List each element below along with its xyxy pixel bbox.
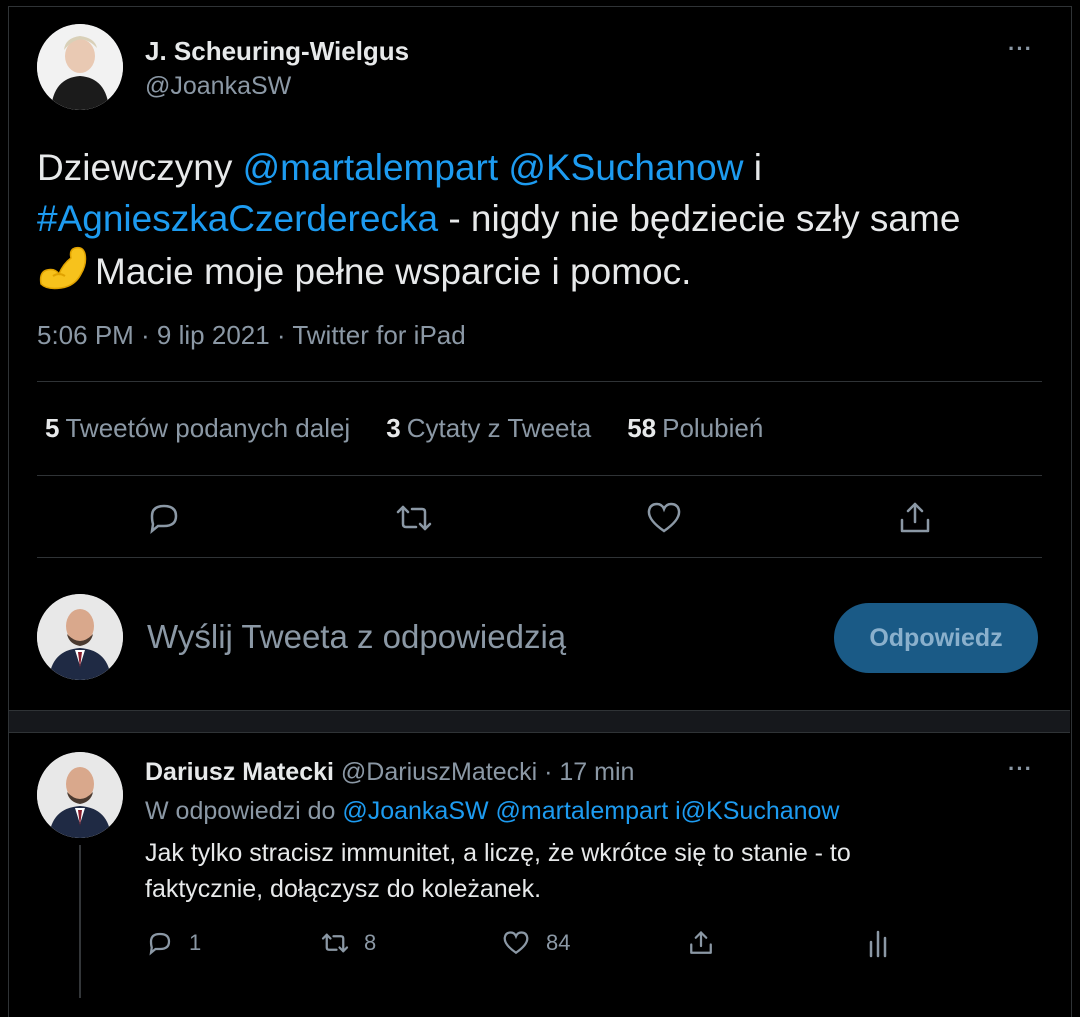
replying-to: W odpowiedzi do @JoankaSW @martalempart … [145,797,839,826]
stat-count: 5 [45,413,60,443]
retweet-count: 8 [364,930,377,955]
reply-retweet-action[interactable]: 8 [320,928,376,958]
share-icon[interactable] [895,498,935,538]
mention-link[interactable]: @martalempart [243,147,499,188]
thread-line [79,845,81,998]
reply-like-action[interactable]: 84 [500,928,570,958]
like-count: 84 [546,930,571,955]
reply-input[interactable]: Wyślij Tweeta z odpowiedzią [147,618,566,656]
stat-count: 3 [386,413,401,443]
stat-retweets[interactable]: 5 Tweetów podanych dalej [45,413,350,444]
replying-to-prefix: W odpowiedzi do [145,797,343,825]
stat-count: 58 [627,413,657,443]
reply-text: Jak tylko stracisz immunitet, a liczę, ż… [145,839,851,903]
tweet-text-segment: i [743,147,762,188]
reply-icon[interactable] [144,498,184,538]
like-icon [503,931,529,955]
my-avatar[interactable] [37,594,123,680]
author-avatar[interactable] [37,24,123,110]
retweet-icon[interactable] [394,498,434,538]
like-icon[interactable] [644,498,684,538]
divider [37,557,1042,558]
share-icon [690,931,712,954]
tweet-text-segment: Dziewczyny [37,147,243,188]
replying-to-mentions[interactable]: @JoankaSW @martalempart i@KSuchanow [342,797,839,825]
reply-author-handle[interactable]: @DariuszMatecki [341,758,537,786]
divider [37,381,1042,382]
reply-more-options-icon[interactable]: ··· [1008,756,1033,782]
retweet-icon [321,933,349,953]
stat-likes[interactable]: 58 Polubień [627,413,763,444]
stat-label: Tweetów podanych dalej [65,413,351,443]
tweet-text: Dziewczyny @martalempart @KSuchanow i #A… [37,142,1047,303]
tweet-text-segment: - nigdy nie będziecie szły same [438,198,961,239]
tweet-stats: 5 Tweetów podanych dalej 3 Cytaty z Tweeta… [45,413,799,444]
reply-header: Dariusz Matecki @DariuszMatecki · 17 min [145,758,634,787]
stat-quotes[interactable]: 3 Cytaty z Tweeta [386,413,591,444]
reply-button[interactable]: Odpowiedz [834,603,1038,673]
mention-link[interactable]: @KSuchanow [508,147,743,188]
reply-count: 1 [189,930,202,955]
tweet-timestamp[interactable]: 5:06 PM · 9 lip 2021 · Twitter for iPad [37,320,466,351]
tweet-text-segment: Macie moje pełne wsparcie i pomoc. [95,251,692,292]
stat-label: Polubień [662,413,764,443]
reply-author-name[interactable]: Dariusz Matecki [145,758,334,786]
reply-reply-action[interactable]: 1 [145,928,201,958]
reply-icon [149,932,171,956]
more-options-icon[interactable]: ··· [1008,36,1033,62]
hashtag-link[interactable]: #AgnieszkaCzerderecka [37,198,438,239]
reply-share-action[interactable] [686,928,716,958]
reply-analytics-action[interactable] [866,928,894,958]
tweet-text-space [498,147,508,188]
reply-time[interactable]: · 17 min [537,758,634,786]
stat-label: Cytaty z Tweeta [406,413,592,443]
analytics-icon [869,930,887,958]
reply-author-avatar[interactable] [37,752,123,838]
author-handle[interactable]: @JoankaSW [145,72,291,101]
author-name[interactable]: J. Scheuring-Wielgus [145,36,409,67]
flexed-biceps-icon [37,244,89,303]
section-separator [9,710,1070,733]
divider [37,475,1042,476]
